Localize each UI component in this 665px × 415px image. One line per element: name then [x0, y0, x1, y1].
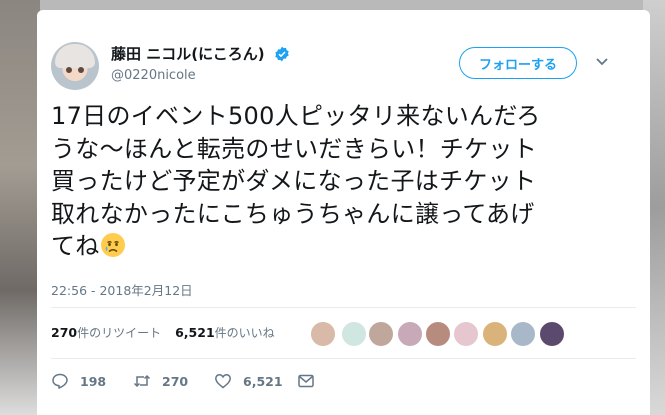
- tweet-timestamp[interactable]: 22:56 - 2018年2月12日: [51, 280, 193, 299]
- like-count[interactable]: 6,521: [175, 325, 215, 340]
- retweet-icon: [133, 374, 151, 388]
- liker-avatar[interactable]: [425, 321, 451, 347]
- tweet-text-line: てね: [51, 232, 100, 260]
- liker-avatar[interactable]: [310, 321, 336, 347]
- reply-button[interactable]: 198: [51, 372, 106, 390]
- user-info: 藤田 ニコル(にころん) @0220nicole: [111, 43, 290, 83]
- like-count-label: 件のいいね: [214, 326, 275, 340]
- liker-avatar[interactable]: [397, 321, 423, 347]
- follow-button[interactable]: フォローする: [459, 47, 577, 79]
- avatar-eye: [78, 67, 84, 73]
- liker-avatar[interactable]: [482, 321, 508, 347]
- liker-avatar[interactable]: [453, 321, 479, 347]
- tweet-card: 藤田 ニコル(にころん) @0220nicole フォローする 17日のイベント…: [37, 10, 650, 415]
- like-button[interactable]: 6,521: [214, 372, 283, 390]
- like-action-count: 6,521: [243, 373, 283, 389]
- retweet-count[interactable]: 270: [51, 325, 77, 340]
- avatar-eye: [66, 67, 72, 73]
- heart-icon: [215, 374, 231, 389]
- envelope-icon: [298, 374, 314, 388]
- reply-count: 198: [80, 373, 107, 389]
- chevron-down-icon[interactable]: [595, 54, 609, 68]
- liker-avatar[interactable]: [539, 321, 565, 347]
- tweet-text: 17日のイベント500人ピッタリ来ないんだろ うな〜ほんと転売のせいだきらい！チ…: [51, 100, 636, 263]
- retweet-count-label: 件のリツイート: [77, 326, 162, 340]
- reply-icon: [52, 373, 68, 389]
- avatar[interactable]: [51, 42, 99, 90]
- avatar-hair: [55, 44, 95, 68]
- liker-avatar[interactable]: [368, 321, 394, 347]
- liker-avatar[interactable]: [341, 321, 367, 347]
- tweet-text-line: 17日のイベント500人ピッタリ来ないんだろ: [51, 102, 541, 130]
- retweet-action-count: 270: [162, 373, 189, 389]
- tweet-text-line: うな〜ほんと転売のせいだきらい！チケット: [51, 134, 537, 163]
- tweet-text-line: 取れなかったにこちゅうちゃんに譲ってあげ: [51, 199, 535, 228]
- background-left: [0, 0, 40, 415]
- user-handle[interactable]: @0220nicole: [111, 68, 290, 83]
- display-name[interactable]: 藤田 ニコル(にころん): [111, 43, 265, 64]
- liker-avatar[interactable]: [510, 321, 536, 347]
- retweet-button[interactable]: 270: [133, 372, 188, 390]
- tweet-text-line: 買ったけど予定がダメになった子はチケット: [51, 167, 537, 195]
- tweet-stats: 270件のリツイート 6,521件のいいね: [51, 324, 275, 341]
- divider: [51, 358, 636, 359]
- crying-face-icon: [100, 233, 125, 257]
- direct-message-button[interactable]: [297, 372, 326, 390]
- divider: [51, 307, 636, 308]
- verified-badge-icon: [275, 46, 289, 61]
